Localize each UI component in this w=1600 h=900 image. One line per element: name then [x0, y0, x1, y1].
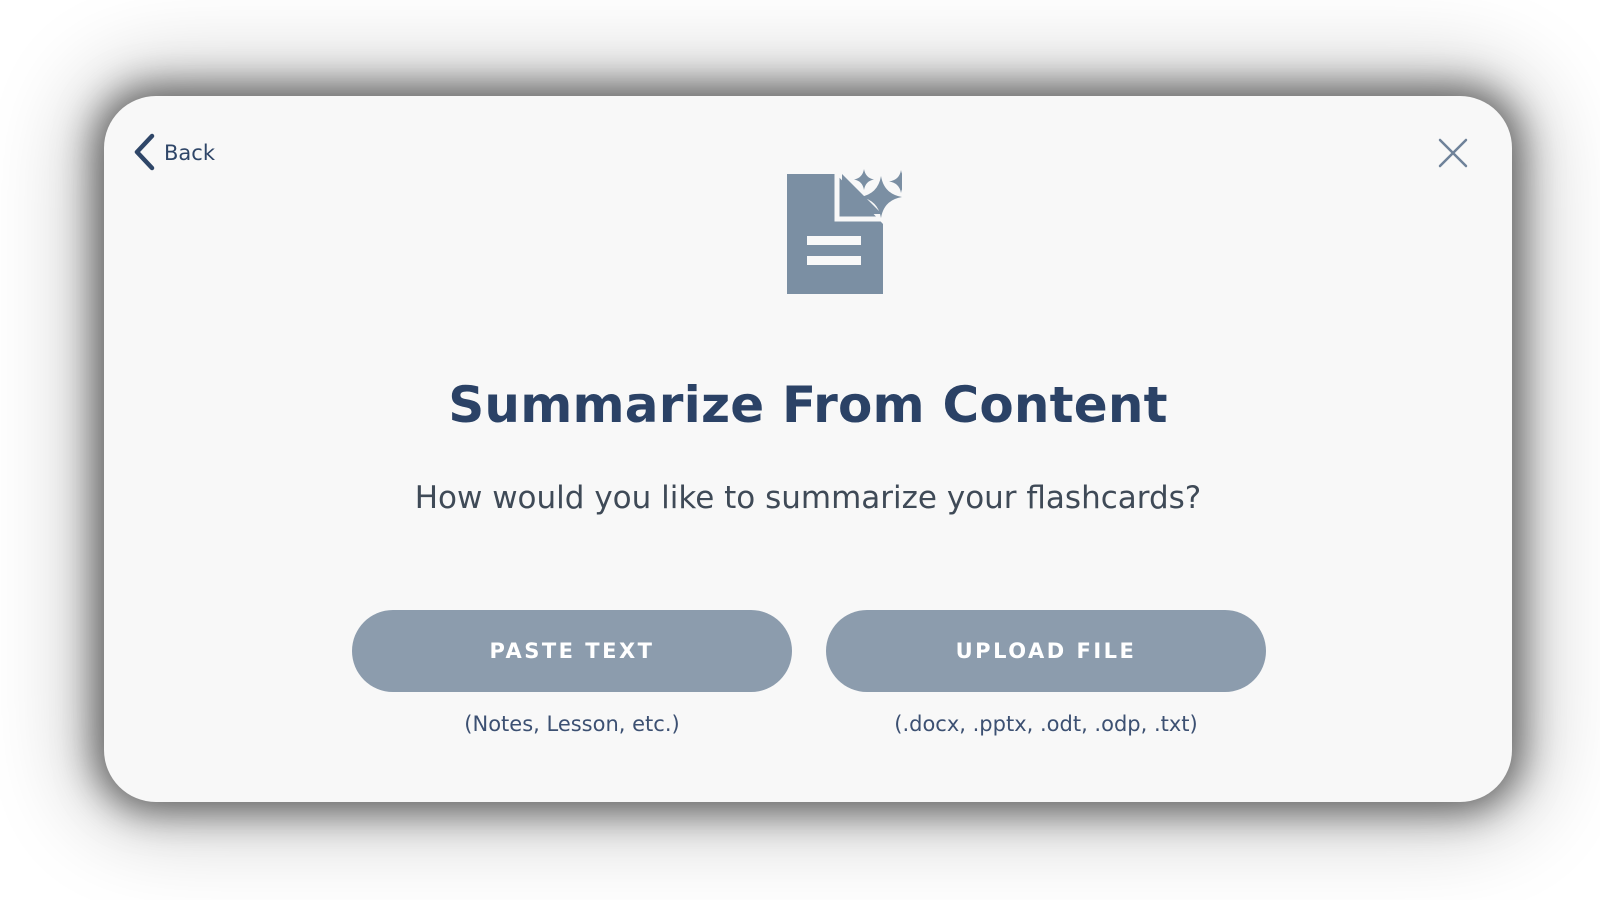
- paste-text-option: PASTE TEXT (Notes, Lesson, etc.): [352, 610, 792, 736]
- chevron-left-icon: [132, 133, 156, 171]
- back-button[interactable]: Back: [132, 132, 215, 172]
- paste-text-button[interactable]: PASTE TEXT: [352, 610, 792, 692]
- document-sparkles-icon: [752, 166, 913, 334]
- close-icon: [1436, 136, 1470, 170]
- paste-text-hint: (Notes, Lesson, etc.): [464, 712, 680, 736]
- close-button[interactable]: [1436, 136, 1470, 170]
- page-title: Summarize From Content: [448, 376, 1168, 434]
- stage: Back Summarize From Content How would yo…: [0, 0, 1600, 900]
- back-label: Back: [164, 141, 215, 165]
- upload-file-hint: (.docx, .pptx, .odt, .odp, .txt): [894, 712, 1198, 736]
- subtitle: How would you like to summarize your fla…: [414, 480, 1202, 516]
- summarize-modal: Back Summarize From Content How would yo…: [104, 96, 1512, 802]
- upload-file-option: UPLOAD FILE (.docx, .pptx, .odt, .odp, .…: [826, 610, 1266, 736]
- upload-file-button[interactable]: UPLOAD FILE: [826, 610, 1266, 692]
